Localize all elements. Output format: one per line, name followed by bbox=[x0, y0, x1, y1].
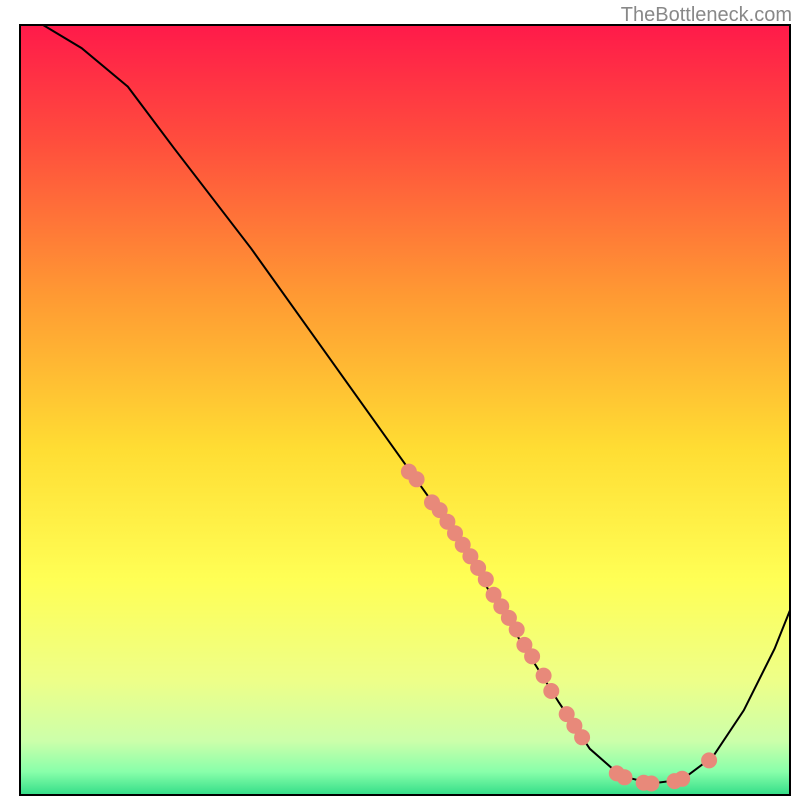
data-point bbox=[543, 683, 559, 699]
data-point bbox=[409, 471, 425, 487]
data-point bbox=[574, 729, 590, 745]
gradient-background bbox=[20, 25, 790, 795]
data-point bbox=[478, 571, 494, 587]
data-point bbox=[536, 668, 552, 684]
data-point bbox=[643, 776, 659, 792]
data-point bbox=[674, 771, 690, 787]
bottleneck-chart bbox=[0, 0, 800, 800]
data-point bbox=[524, 648, 540, 664]
data-point bbox=[701, 752, 717, 768]
data-point bbox=[509, 622, 525, 638]
watermark-text: TheBottleneck.com bbox=[621, 4, 792, 27]
chart-container: TheBottleneck.com bbox=[0, 0, 800, 800]
data-point bbox=[617, 769, 633, 785]
